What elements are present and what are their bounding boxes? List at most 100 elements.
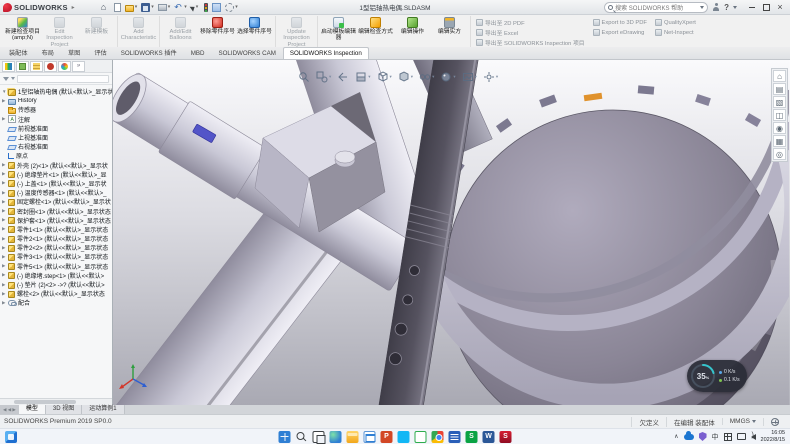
- configuration-manager-tab[interactable]: [30, 61, 43, 72]
- tab-mbd[interactable]: MBD: [184, 47, 212, 59]
- panel-tabs-overflow[interactable]: »: [72, 61, 85, 72]
- tree-item[interactable]: ▶ History: [2, 96, 112, 105]
- chrome-icon[interactable]: [432, 431, 444, 443]
- tree-item[interactable]: ▶ 传感器: [2, 105, 112, 114]
- ime-language-indicator[interactable]: 中: [712, 432, 719, 442]
- tray-chevron-icon[interactable]: ∧: [674, 433, 678, 440]
- 3d-model-view[interactable]: [113, 60, 789, 405]
- tree-item[interactable]: ▶ (-) 绝缘堵.step<1> (默认<<默认>: [2, 271, 112, 280]
- edge-icon[interactable]: [330, 431, 342, 443]
- export-menu-item[interactable]: Export eDrawing: [593, 28, 647, 37]
- tree-item[interactable]: ▶ 注解: [2, 115, 112, 124]
- export-menu-item[interactable]: 导出至 SOLIDWORKS Inspection 项目: [476, 38, 585, 47]
- tab-layout[interactable]: 布局: [35, 47, 61, 59]
- file-explorer-pane-icon[interactable]: ▧: [773, 96, 786, 108]
- feature-manager-tab[interactable]: [2, 61, 15, 72]
- tree-item[interactable]: ▶ 零件2<2> (默认<<默认>_显示状态: [2, 243, 112, 252]
- solidworks-taskbar-icon[interactable]: S: [500, 431, 512, 443]
- tree-item[interactable]: ▶ 零件5<1> (默认<<默认>_显示状态: [2, 262, 112, 271]
- doc-tab-nav-arrows[interactable]: ◀ ◀ ▶: [0, 405, 19, 414]
- help-caret-icon[interactable]: [733, 6, 737, 9]
- restore-button[interactable]: [759, 1, 773, 14]
- close-button[interactable]: ×: [773, 1, 787, 14]
- filter-funnel-icon[interactable]: [3, 77, 9, 81]
- add-edit-balloons-button[interactable]: Add/Edit Balloons: [162, 16, 199, 42]
- tree-item[interactable]: ▶ 配合: [2, 298, 112, 307]
- tree-item[interactable]: ▶ 前视基准面: [2, 124, 112, 133]
- help-search-box[interactable]: 搜索 SOLIDWORKS 帮助: [604, 2, 708, 13]
- tab-solidworks-inspection[interactable]: SOLIDWORKS Inspection: [283, 47, 369, 59]
- menu-expand-arrow-icon[interactable]: ▸: [72, 4, 75, 11]
- doc-tab-3d-views[interactable]: 3D 视图: [46, 405, 82, 414]
- zoom-area-icon[interactable]: ▾: [316, 71, 331, 83]
- select-icon[interactable]: ▾: [191, 4, 199, 11]
- open-icon[interactable]: ▾: [125, 3, 138, 12]
- green-s-app-icon[interactable]: S: [466, 431, 478, 443]
- help-icon[interactable]: ?: [724, 3, 729, 12]
- minimize-button[interactable]: [745, 1, 759, 14]
- display-manager-tab[interactable]: [58, 61, 71, 72]
- view-settings-icon[interactable]: ▾: [483, 71, 498, 83]
- new-inspection-project-button[interactable]: 新建检查项目(amp;N): [4, 16, 41, 42]
- file-explorer-icon[interactable]: [347, 431, 359, 443]
- tab-sketch[interactable]: 草图: [61, 47, 87, 59]
- tree-item[interactable]: ▶ (-) 绝缘垫片<1> (默认<<默认>_显: [2, 170, 112, 179]
- hide-show-items-icon[interactable]: ▾: [419, 71, 434, 83]
- undo-icon[interactable]: ▾: [174, 3, 187, 12]
- dimxpert-manager-tab[interactable]: [44, 61, 57, 72]
- design-library-icon[interactable]: ▤: [773, 83, 786, 95]
- tree-item[interactable]: ▶ 零件2<1> (默认<<默认>_显示状态: [2, 234, 112, 243]
- solidworks-resources-icon[interactable]: ⌂: [773, 70, 786, 82]
- green-app-icon[interactable]: [415, 431, 427, 443]
- edit-inspection-project-button[interactable]: Edit Inspection Project: [41, 16, 78, 48]
- web-help-toggle[interactable]: [763, 418, 786, 426]
- performance-badge[interactable]: 35% 0 K/s 0.1 K/s: [687, 360, 747, 392]
- previous-view-icon[interactable]: [337, 71, 349, 83]
- security-shield-icon[interactable]: [699, 432, 707, 441]
- home-icon[interactable]: ▾: [101, 3, 110, 12]
- tab-assembly[interactable]: 装配体: [2, 47, 35, 59]
- sign-in-icon[interactable]: [712, 3, 720, 11]
- remove-balloons-button[interactable]: 移除零件序号: [199, 16, 236, 35]
- tab-evaluate[interactable]: 评估: [87, 47, 113, 59]
- edit-gages-button[interactable]: 编辑实方: [431, 16, 468, 35]
- property-manager-tab[interactable]: [16, 61, 29, 72]
- qq-icon[interactable]: [398, 431, 410, 443]
- new-document-icon[interactable]: ▾: [114, 3, 121, 12]
- tree-item[interactable]: ▶ 上视基准面: [2, 133, 112, 142]
- units-selector[interactable]: MMGS: [722, 418, 763, 425]
- edit-inspection-methods-button[interactable]: 编辑检查方式: [357, 16, 394, 35]
- tree-item[interactable]: ▶ 保护套<1> (默认<<默认>_显示状态: [2, 216, 112, 225]
- select-balloons-button[interactable]: 选择零件序号: [236, 16, 273, 35]
- taskbar-search-icon[interactable]: [296, 431, 308, 443]
- custom-properties-icon[interactable]: ▦: [773, 135, 786, 147]
- tree-item[interactable]: ▶ 密封圈<1> (默认<<默认>_显示状态: [2, 206, 112, 215]
- tree-item[interactable]: ▶ 螺栓<2> (默认<<默认>_显示状态: [2, 289, 112, 298]
- display-tray-icon[interactable]: [737, 433, 746, 440]
- forum-icon[interactable]: ◎: [773, 148, 786, 160]
- edit-operations-button[interactable]: 编辑操作: [394, 16, 431, 35]
- start-button[interactable]: [279, 431, 291, 443]
- display-style-icon[interactable]: ▾: [398, 71, 413, 83]
- export-menu-item[interactable]: 导出至 Excel: [476, 28, 585, 37]
- ime-mode-icon[interactable]: [724, 433, 732, 441]
- add-characteristic-button[interactable]: Add Characteristic: [120, 16, 157, 42]
- filter-caret-icon[interactable]: [11, 77, 15, 80]
- export-menu-item[interactable]: Export to 3D PDF: [593, 18, 647, 27]
- onedrive-icon[interactable]: [684, 434, 694, 440]
- options-icon[interactable]: ▾: [225, 3, 238, 12]
- mail-icon[interactable]: [364, 431, 376, 443]
- zoom-fit-icon[interactable]: [298, 71, 310, 83]
- doc-tab-motion-study[interactable]: 运动算例1: [82, 405, 124, 414]
- search-caret-icon[interactable]: [700, 6, 704, 9]
- tree-item[interactable]: ▶ 外壳 (2)<1> (默认<<默认>_显示状: [2, 161, 112, 170]
- task-view-icon[interactable]: [313, 431, 325, 443]
- export-menu-item[interactable]: 导出至 2D PDF: [476, 18, 585, 27]
- apply-scene-icon[interactable]: ▾: [462, 71, 477, 83]
- tree-item[interactable]: ▶ 固定螺栓<1> (默认<<默认>_显示状: [2, 197, 112, 206]
- tree-item[interactable]: ▶ 原点: [2, 151, 112, 160]
- taskbar-clock[interactable]: 16:05 2022/8/15: [761, 430, 785, 444]
- rebuild-icon[interactable]: ▾: [202, 3, 208, 12]
- launch-template-editor-button[interactable]: 启动模板编辑器: [320, 16, 357, 42]
- tree-item[interactable]: ▶ 右视基准面: [2, 142, 112, 151]
